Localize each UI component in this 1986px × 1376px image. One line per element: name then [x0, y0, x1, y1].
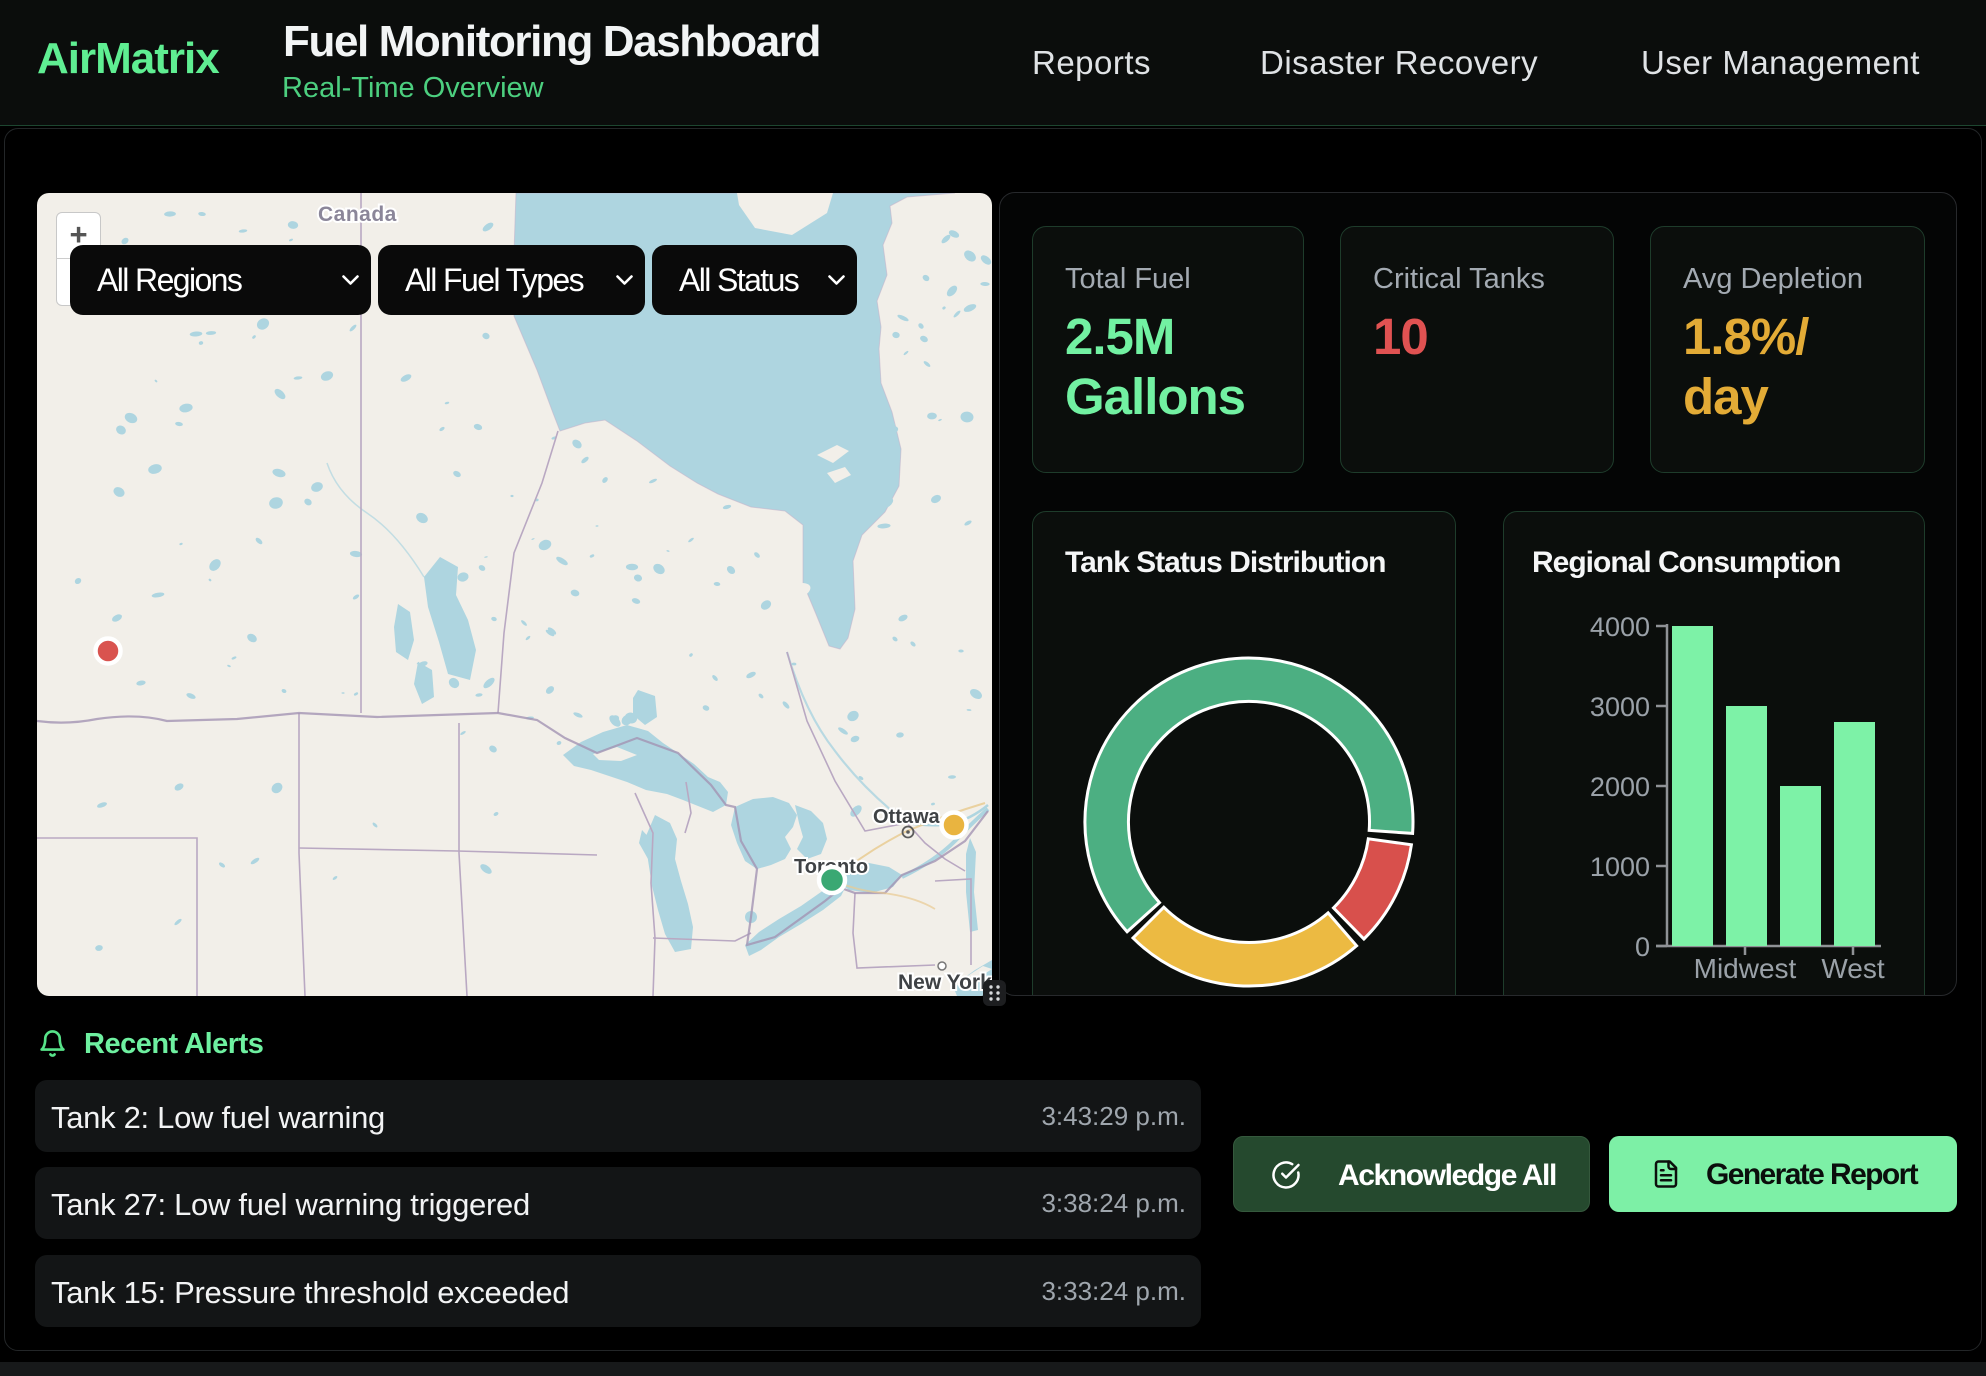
svg-text:0: 0 — [1635, 932, 1650, 962]
svg-text:Midwest: Midwest — [1694, 953, 1797, 984]
svg-text:Ottawa: Ottawa — [873, 806, 941, 828]
svg-text:Canada: Canada — [318, 203, 397, 226]
svg-text:2000: 2000 — [1590, 772, 1650, 802]
svg-text:New York: New York — [898, 971, 992, 994]
svg-text:West: West — [1821, 953, 1884, 984]
svg-text:1000: 1000 — [1590, 852, 1650, 882]
svg-text:3000: 3000 — [1590, 692, 1650, 722]
svg-text:4000: 4000 — [1590, 612, 1650, 642]
